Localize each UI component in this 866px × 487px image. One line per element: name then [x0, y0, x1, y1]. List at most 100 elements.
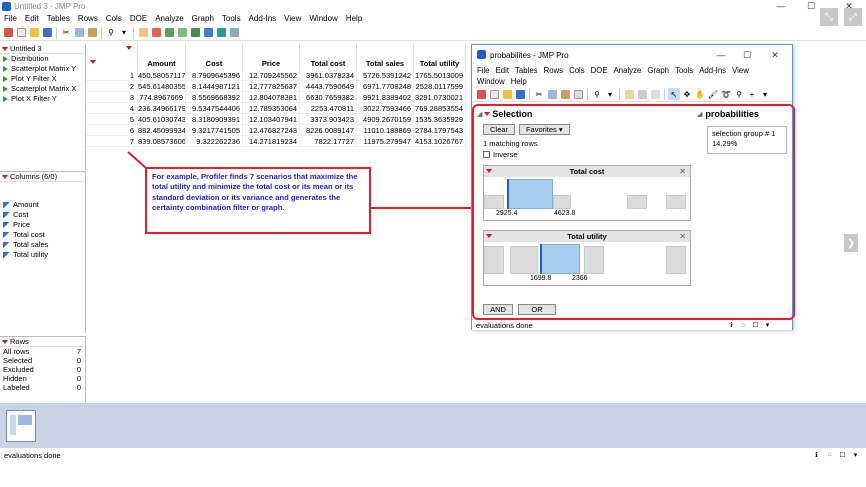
table-cell[interactable]: 14.271819234	[243, 136, 300, 147]
selected-range[interactable]	[540, 244, 580, 274]
menu-add-ins[interactable]: Add-Ins	[696, 65, 729, 76]
inverse-checkbox[interactable]: Inverse	[483, 150, 518, 159]
table-cell[interactable]: 3373.903423	[300, 114, 357, 125]
table-cell[interactable]: 8.7909645396	[186, 70, 243, 81]
table-cell[interactable]: 12.777825637	[243, 81, 300, 92]
table-cell[interactable]: 3291.0730021	[414, 92, 466, 103]
table-cell[interactable]: 8226.0089147	[300, 125, 357, 136]
menu-view[interactable]: View	[729, 65, 752, 76]
zoom-tool-icon[interactable]: ⚲	[733, 88, 745, 100]
home-icon[interactable]: ⌂	[739, 321, 748, 330]
fit-icon[interactable]	[202, 27, 214, 39]
row-number[interactable]: 6	[86, 125, 138, 136]
column-item[interactable]: Price	[0, 220, 85, 230]
menu-view[interactable]: View	[280, 13, 305, 25]
next-slide-icon[interactable]: ❯	[844, 234, 858, 252]
table-cell[interactable]: 9921.8389402	[357, 92, 414, 103]
red-triangle-menu-icon[interactable]	[486, 234, 492, 238]
row-number[interactable]: 1	[86, 70, 138, 81]
table-cell[interactable]: 6630.7659382	[300, 92, 357, 103]
column-header-total-cost[interactable]: Total cost	[300, 44, 357, 70]
red-triangle-menu-icon[interactable]	[2, 174, 8, 179]
menu-edit[interactable]: Edit	[21, 13, 43, 25]
column-item[interactable]: Total sales	[0, 240, 85, 250]
dropdown-icon[interactable]: ▾	[604, 88, 616, 100]
distribution-icon[interactable]	[189, 27, 201, 39]
table-cell[interactable]: 5726.5391242	[357, 70, 414, 81]
minimize-button[interactable]: —	[710, 45, 732, 65]
menu-help[interactable]: Help	[342, 13, 366, 25]
open-icon[interactable]	[28, 27, 40, 39]
search-icon[interactable]: ⚲	[105, 27, 117, 39]
table-cell[interactable]: 7822.17727	[300, 136, 357, 147]
script-item[interactable]: Scatterplot Matrix X	[0, 84, 85, 94]
range-handle-low[interactable]	[540, 244, 542, 274]
column-header-price[interactable]: Price	[243, 44, 300, 70]
script-item[interactable]: Plot X Filter Y	[0, 94, 85, 104]
column-header-total-utility[interactable]: Total utility	[414, 44, 466, 70]
table-cell[interactable]: 1535.3635929	[414, 114, 466, 125]
table-cell[interactable]: 2528.0117599	[414, 81, 466, 92]
brush-tool-icon[interactable]: 🖌	[707, 88, 719, 100]
hand-tool-icon[interactable]: ✋	[694, 88, 706, 100]
save-icon[interactable]	[41, 27, 53, 39]
and-button[interactable]: AND	[483, 304, 513, 315]
total-cost-histogram[interactable]: 2925.4 4623.8	[484, 177, 690, 217]
menu-window[interactable]: Window	[474, 76, 508, 87]
menu-cols[interactable]: Cols	[566, 65, 588, 76]
new-table-icon[interactable]	[2, 27, 14, 39]
graph-builder-icon[interactable]	[215, 27, 227, 39]
table-cell[interactable]: 9.5347544406	[186, 103, 243, 114]
window-thumbnail[interactable]	[6, 410, 36, 442]
menu-help[interactable]: Help	[508, 76, 530, 87]
lock-icon[interactable]	[572, 88, 584, 100]
row-number[interactable]: 4	[86, 103, 138, 114]
table-cell[interactable]: 4909.2670159	[357, 114, 414, 125]
table-cell[interactable]: 9.322262236	[186, 136, 243, 147]
menu-file[interactable]: File	[0, 13, 21, 25]
collapse-triangle-icon[interactable]: ◢	[697, 110, 702, 118]
total-utility-histogram[interactable]: 1699.8 2366	[484, 242, 690, 282]
or-button[interactable]: OR	[518, 304, 556, 315]
layout-icon[interactable]	[636, 88, 648, 100]
table-cell[interactable]: 6971.7708248	[357, 81, 414, 92]
table-cell[interactable]: 236.34966179	[138, 103, 186, 114]
table-cell[interactable]: 12.476827243	[243, 125, 300, 136]
red-triangle-menu-icon[interactable]	[126, 46, 132, 50]
table-cell[interactable]: 4153.1026767	[414, 136, 466, 147]
report-icon[interactable]	[623, 88, 635, 100]
favorites-dropdown[interactable]: Favorites ▾	[518, 124, 570, 135]
row-number[interactable]: 7	[86, 136, 138, 147]
paste-icon[interactable]	[86, 27, 98, 39]
column-item[interactable]: Amount	[0, 200, 85, 210]
menu-graph[interactable]: Graph	[188, 13, 218, 25]
open-icon[interactable]	[501, 88, 513, 100]
menu-tables[interactable]: Tables	[512, 65, 541, 76]
clear-button[interactable]: Clear	[483, 124, 515, 135]
script-item[interactable]: Plot Y Filter X	[0, 74, 85, 84]
column-header-amount[interactable]: Amount	[138, 44, 186, 70]
menu-add-ins[interactable]: Add-Ins	[245, 13, 281, 25]
red-triangle-menu-icon[interactable]	[486, 169, 492, 173]
crosshair-tool-icon[interactable]: ✥	[681, 88, 693, 100]
table-cell[interactable]: 9.3217741505	[186, 125, 243, 136]
menu-tools[interactable]: Tools	[218, 13, 245, 25]
window-list-icon[interactable]: ☐	[751, 321, 760, 330]
close-icon[interactable]: ✕	[679, 231, 686, 242]
new-table-icon[interactable]	[475, 88, 487, 100]
menu-window[interactable]: Window	[305, 13, 341, 25]
script-item[interactable]: Distribution	[0, 54, 85, 64]
arrow-tool-icon[interactable]: ↖	[668, 88, 680, 100]
close-button[interactable]: ✕	[764, 45, 786, 65]
collapse-triangle-icon[interactable]: ◢	[477, 110, 482, 118]
column-header-cost[interactable]: Cost	[186, 44, 243, 70]
table-cell[interactable]: 11975.279947	[357, 136, 414, 147]
table-cell[interactable]: 774.8967669	[138, 92, 186, 103]
menu-edit[interactable]: Edit	[493, 65, 512, 76]
save-icon[interactable]	[514, 88, 526, 100]
script-item[interactable]: Scatterplot Matrix Y	[0, 64, 85, 74]
maximize-button[interactable]: ☐	[736, 45, 758, 65]
menu-rows[interactable]: Rows	[74, 13, 102, 25]
new-script-icon[interactable]	[15, 27, 27, 39]
menu-rows[interactable]: Rows	[541, 65, 567, 76]
